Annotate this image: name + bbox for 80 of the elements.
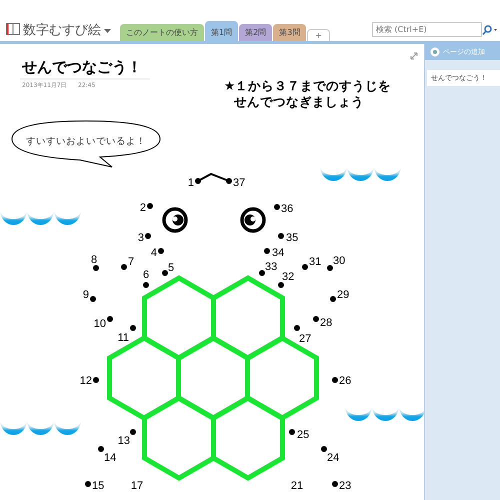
dot-number: 26 [339, 375, 352, 387]
dot-icon [143, 282, 149, 288]
dot-number: 37 [233, 177, 246, 189]
dot-number: 24 [327, 452, 340, 464]
dot-icon [302, 264, 308, 270]
dot-number: 29 [337, 289, 350, 301]
dot-number: 8 [90, 254, 98, 266]
dot-icon [274, 204, 280, 210]
dot-number: 9 [82, 289, 89, 301]
page-title: せんでつなごう！ [22, 58, 142, 76]
dot-icon [93, 265, 99, 271]
dot-number: 4 [150, 247, 157, 259]
connector-line [198, 172, 230, 182]
dot-icon [278, 233, 284, 239]
dot-icon [107, 316, 113, 322]
dot-icon [332, 377, 338, 383]
search-field[interactable]: 検索 (Ctrl+E) [372, 22, 482, 37]
dot-icon [264, 248, 270, 254]
section-tab[interactable]: 第3問 [273, 24, 306, 41]
search-icon[interactable] [482, 24, 498, 34]
instruction-text: ★１から３７までのすうじを [224, 78, 392, 93]
dot-number: 5 [168, 262, 174, 274]
dot-icon [121, 264, 127, 270]
dot-number: 17 [130, 480, 144, 492]
section-tab[interactable]: 第1問 [205, 21, 238, 41]
dot-icon [85, 481, 91, 487]
dot-number: 35 [286, 232, 298, 244]
dot-number: 15 [92, 480, 104, 492]
dot-icon [93, 377, 99, 383]
dot-number: 1 [188, 177, 194, 189]
dot-icon [145, 233, 151, 239]
dot-icon [130, 429, 136, 435]
dot-icon [278, 282, 284, 288]
instruction-text: せんでつなぎましょう [234, 94, 364, 109]
dot-number: 2 [140, 202, 146, 214]
dot-icon [330, 296, 336, 302]
dot-icon [259, 270, 265, 276]
dot-icon [162, 270, 168, 276]
dot-number: 6 [142, 269, 150, 281]
new-section-tab[interactable]: + [307, 29, 330, 41]
dot-icon [321, 446, 327, 452]
dot-number: 23 [339, 480, 352, 492]
dot-number: 32 [282, 271, 294, 283]
dot-icon [147, 203, 153, 209]
eye-icon [162, 207, 188, 233]
dot-number: 11 [118, 332, 129, 344]
dot-number: 31 [309, 256, 322, 268]
dot-number: 3 [138, 232, 144, 244]
dot-number: 12 [80, 375, 92, 387]
dot-icon [226, 178, 232, 184]
bubble-text: すいすいおよいでいるよ！ [26, 136, 146, 147]
dot-number: 13 [118, 435, 130, 447]
dot-number: 7 [128, 256, 134, 268]
dot-number: 27 [299, 333, 312, 345]
dot-number: 25 [297, 429, 310, 441]
dot-number: 30 [333, 255, 346, 267]
dot-icon [327, 265, 333, 271]
section-tab[interactable]: 第2問 [239, 24, 272, 41]
dot-icon [130, 325, 136, 331]
dot-number: 21 [290, 480, 304, 492]
dot-icon [294, 325, 300, 331]
notebook-name[interactable]: 数字むすび絵 [23, 21, 101, 39]
dot-icon [332, 481, 338, 487]
dot-icon [90, 296, 96, 302]
dot-icon [195, 178, 201, 184]
caret-icon[interactable] [104, 29, 111, 33]
dot-icon [98, 446, 104, 452]
section-tab[interactable]: このノートの使い方 [120, 24, 204, 41]
dot-icon [158, 248, 164, 254]
dot-number: 34 [272, 247, 284, 259]
notebook-icon [6, 23, 20, 35]
dot-number: 33 [265, 261, 278, 273]
eye-icon [240, 207, 266, 233]
dot-number: 14 [104, 452, 116, 464]
expand-icon[interactable] [410, 52, 418, 60]
dot-icon [313, 316, 319, 322]
dot-number: 36 [281, 203, 294, 215]
dot-icon [289, 429, 295, 435]
dot-number: 10 [94, 318, 106, 330]
dot-number: 28 [320, 317, 332, 329]
